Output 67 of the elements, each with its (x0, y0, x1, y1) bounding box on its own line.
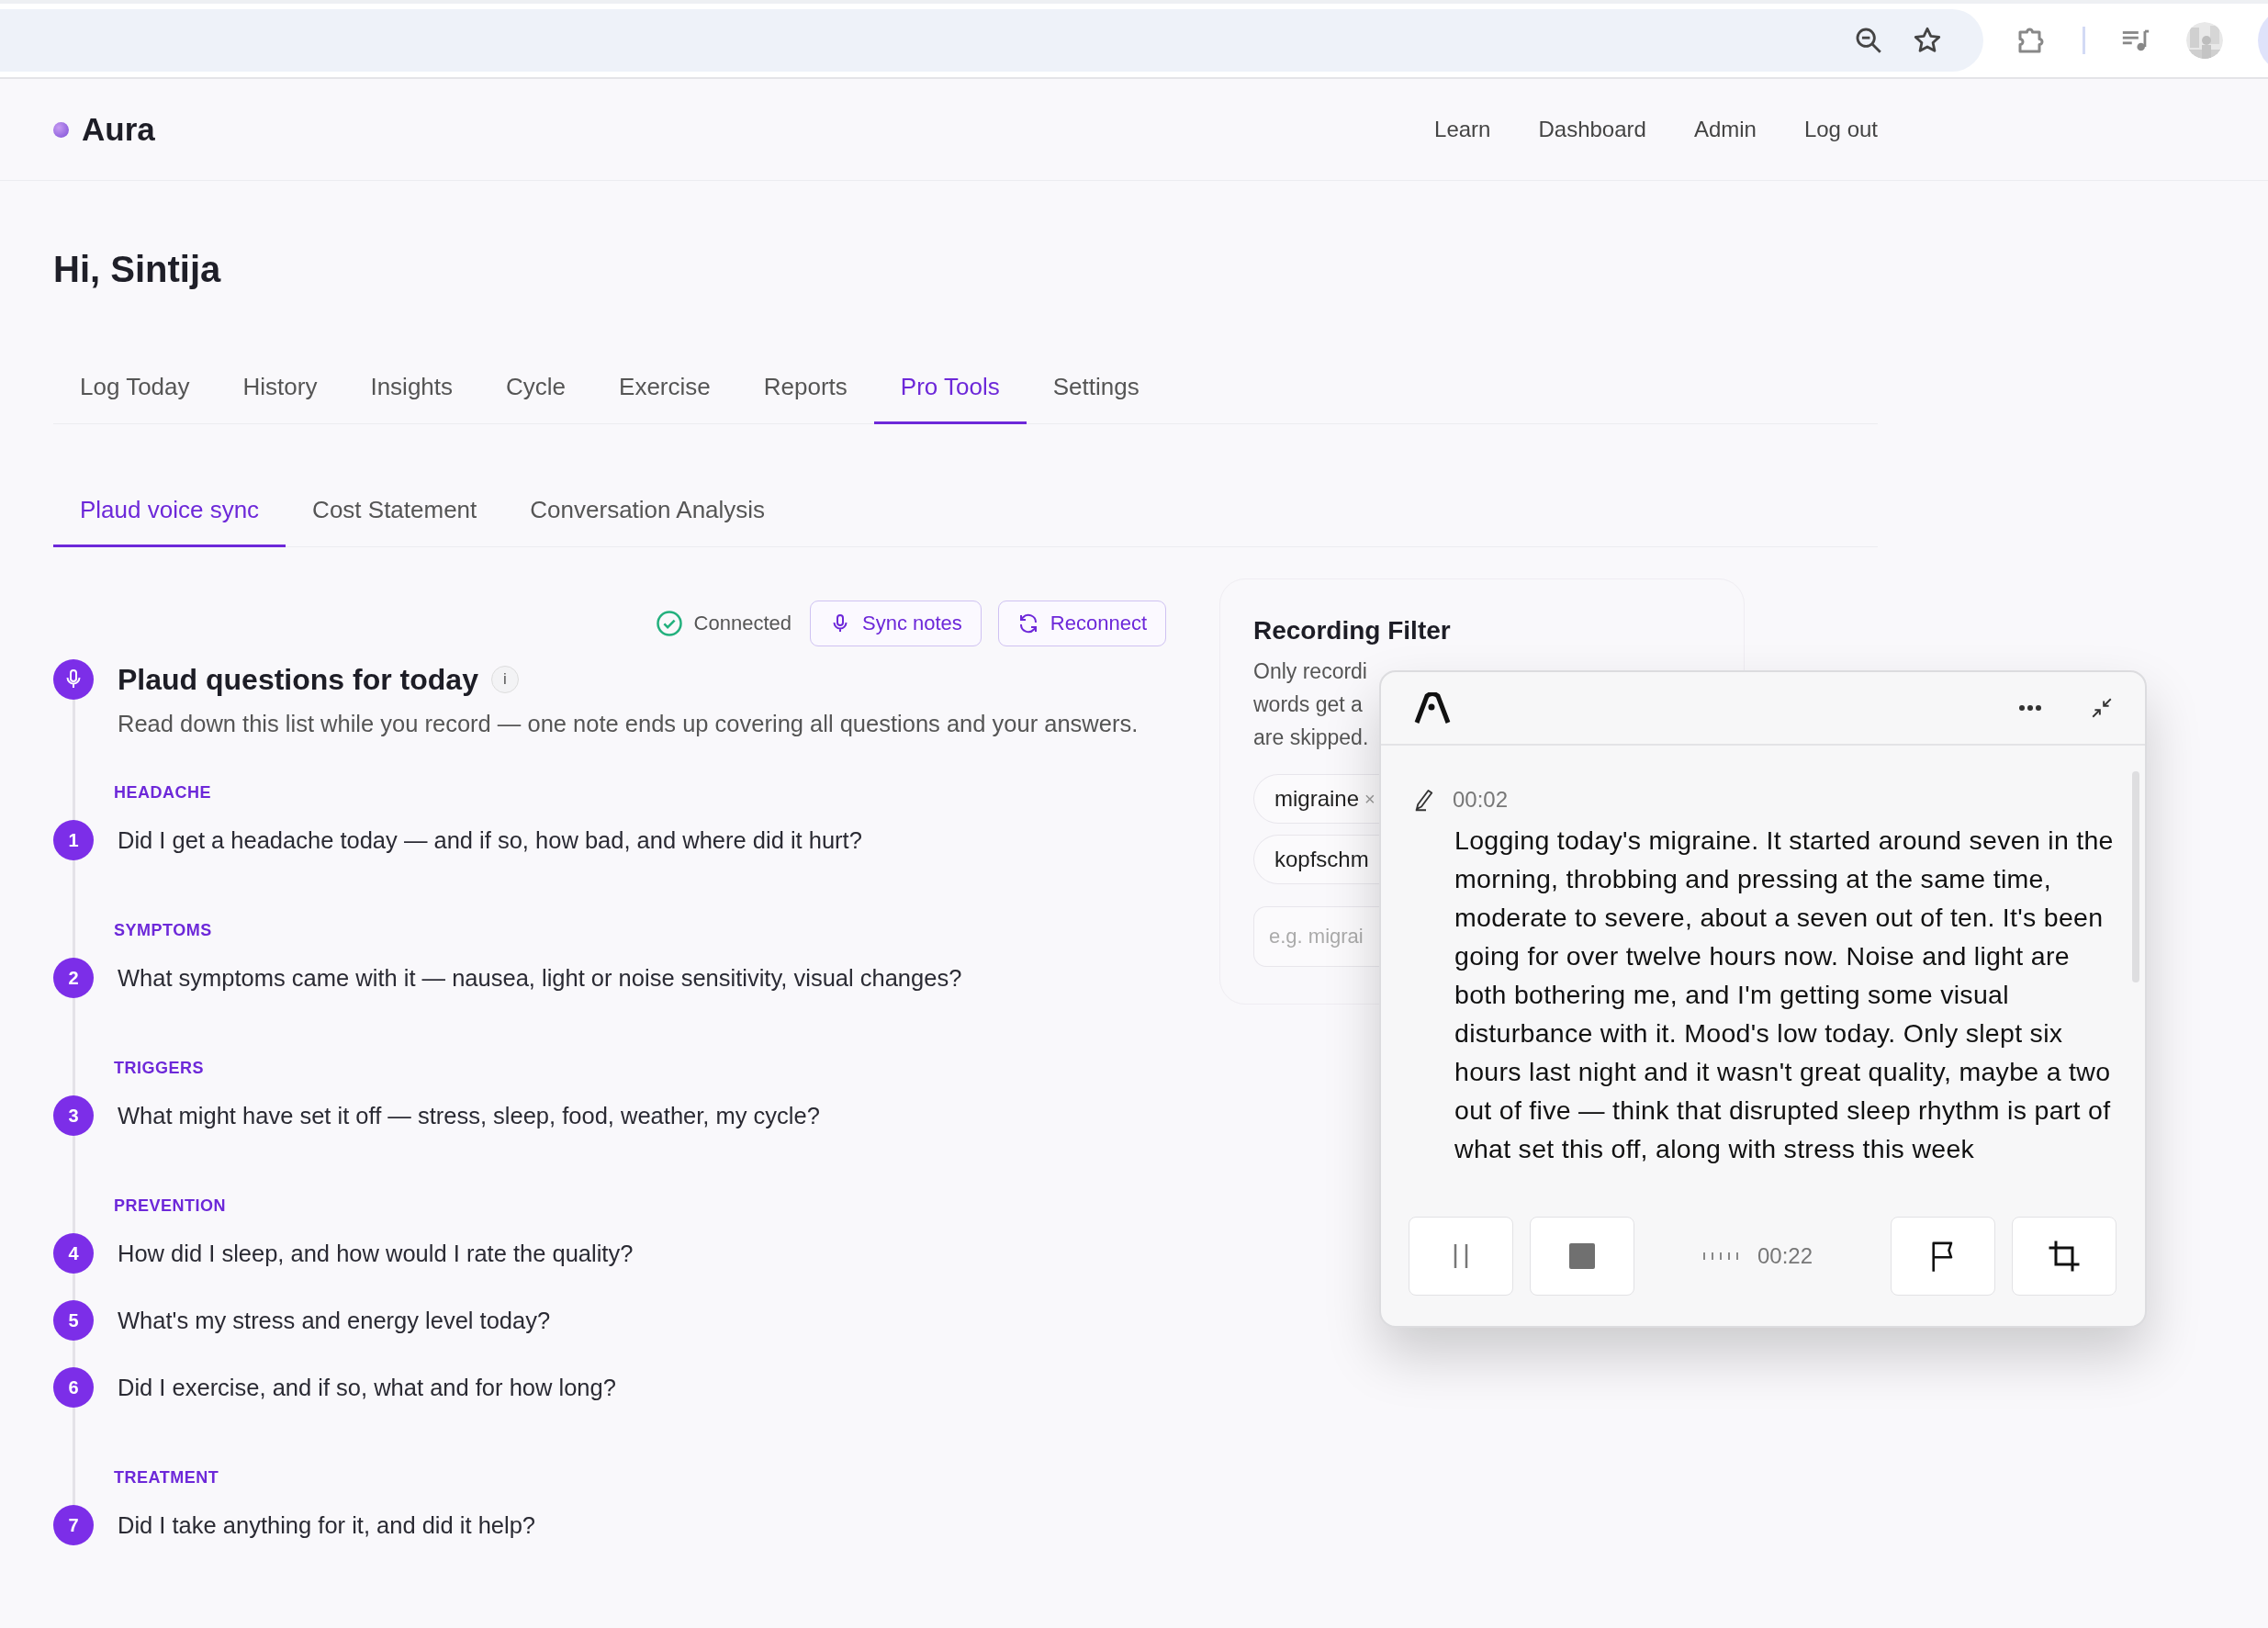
section-description: Read down this list while you record — one note ends up covering all questions and your answers. (118, 711, 1140, 737)
recording-timer: 00:22 (1757, 1243, 1813, 1269)
stop-icon (1568, 1242, 1596, 1270)
step-number: 7 (53, 1505, 94, 1545)
category-label: TREATMENT (114, 1468, 220, 1487)
info-badge[interactable]: i (490, 666, 519, 693)
crop-icon (2048, 1240, 2081, 1273)
chip-label: kopfschm (1274, 847, 1369, 872)
description-text: are skipped. (1253, 724, 1369, 751)
keyword-chip[interactable]: kopfschm (1253, 835, 1381, 884)
pause-icon (1452, 1242, 1470, 1270)
crop-button[interactable] (2012, 1217, 2116, 1296)
arch-logo-icon (1414, 692, 1451, 724)
tab[interactable]: History (216, 360, 344, 424)
category-label: SYMPTOMS (114, 921, 213, 939)
waveform-icon (1702, 1251, 1741, 1262)
timestamp: 00:02 (1453, 787, 1509, 813)
question-text: What symptoms came with it — nausea, light or noise sensitivity, visual changes? (118, 964, 962, 992)
greeting-heading: Hi, Sintija (53, 249, 222, 290)
tab[interactable]: Insights (343, 360, 480, 424)
nav-link[interactable]: Admin (1693, 117, 1757, 142)
step-number: 4 (53, 1233, 94, 1274)
question-text: Did I get a headache today — and if so, how bad, and where did it hurt? (118, 826, 862, 854)
step-number: 2 (53, 958, 94, 998)
chip-label: migraine (1274, 786, 1360, 812)
question-text: How did I sleep, and how would I rate the quality? (118, 1240, 634, 1267)
brand-name[interactable]: Aura (82, 111, 155, 148)
step-number: 1 (53, 820, 94, 860)
nav-link[interactable]: Learn (1434, 117, 1491, 142)
more-icon[interactable] (2018, 704, 2042, 712)
category-label: TRIGGERS (114, 1059, 205, 1077)
tab[interactable]: Log Today (53, 360, 217, 424)
question-text: What might have set it off — stress, sleep, food, weather, my cycle? (118, 1102, 820, 1129)
transcript-text: Logging today's migraine. It started around seven in the morning, throbbing and pressing at the same time, moderate to severe, about a seven out of ten. It's been going for over twelve hours now. Noise and light are both bothering me, and I'm getting some visual disturbance with it. Mood's low today. Only slept six hours last night and it wasn't great quality, maybe a two out of five — think that disrupted sleep rhythm is part of what set this off, along with stress this week (1454, 825, 2115, 1165)
flag-button[interactable] (1891, 1217, 1995, 1296)
stop-button[interactable] (1530, 1217, 1634, 1296)
scrollbar-thumb[interactable] (2132, 771, 2139, 982)
step-number: 6 (53, 1367, 94, 1408)
tab[interactable]: Plaud voice sync (53, 483, 286, 547)
action-button[interactable]: Sync notes (809, 601, 982, 646)
section-title: Plaud questions for today (118, 662, 478, 697)
card-title: Recording Filter (1253, 616, 1452, 646)
tab[interactable]: Pro Tools (873, 360, 1027, 424)
keyword-chip[interactable]: migraine × (1253, 774, 1381, 824)
tab[interactable]: Exercise (592, 360, 737, 424)
microphone-badge-icon (53, 659, 94, 700)
tab[interactable]: Cycle (479, 360, 593, 424)
tab[interactable]: Cost Statement (286, 483, 504, 547)
question-text: Did I take anything for it, and did it help? (118, 1511, 536, 1539)
step-number: 5 (53, 1300, 94, 1341)
collapse-icon[interactable] (2090, 696, 2114, 720)
tab[interactable]: Conversation Analysis (503, 483, 792, 547)
description-text: words get a (1253, 691, 1363, 718)
status-label: Connected (693, 612, 792, 635)
description-text: Only recordi (1253, 658, 1367, 685)
keyword-input[interactable]: e.g. migrai (1253, 906, 1381, 967)
tab[interactable]: Settings (1026, 360, 1166, 424)
nav-link[interactable]: Log out (1803, 117, 1878, 142)
step-number: 3 (53, 1095, 94, 1136)
category-label: PREVENTION (114, 1196, 228, 1215)
logo-dot-icon (53, 121, 69, 138)
tab[interactable]: Reports (736, 360, 874, 424)
action-button[interactable]: Reconnect (997, 601, 1166, 646)
category-label: HEADACHE (114, 783, 212, 802)
question-text: What's my stress and energy level today? (118, 1307, 551, 1334)
question-text: Did I exercise, and if so, what and for how long? (118, 1374, 616, 1401)
nav-link[interactable]: Dashboard (1538, 117, 1646, 142)
